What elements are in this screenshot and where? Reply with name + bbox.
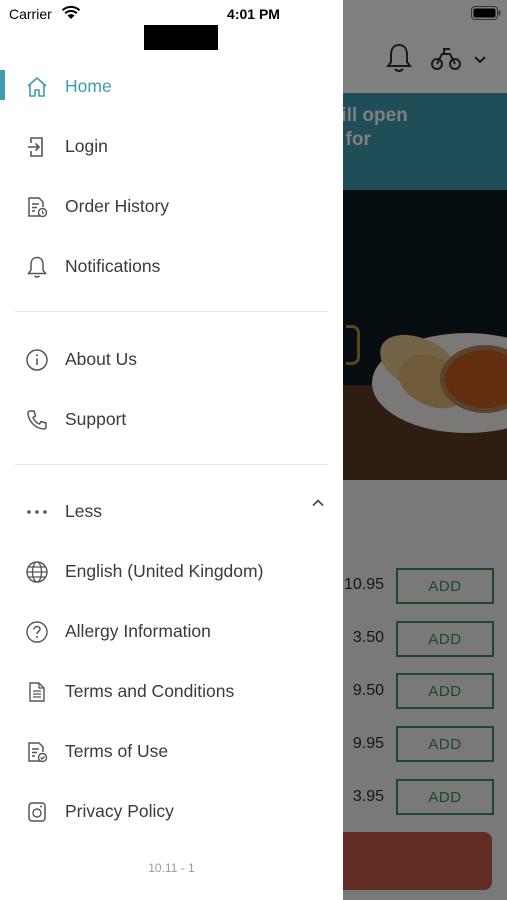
menu-item-label: Notifications [65, 255, 161, 276]
menu-item-language[interactable]: English (United Kingdom) [0, 547, 343, 595]
menu-item-allergy-information[interactable]: Allergy Information [0, 607, 343, 655]
menu-item-label: Allergy Information [65, 620, 211, 641]
menu-item-about-us[interactable]: About Us [0, 335, 343, 383]
menu-item-label: Home [65, 75, 112, 96]
menu-item-label: Support [65, 408, 127, 429]
menu-item-label: Privacy Policy [65, 800, 174, 821]
menu-item-label: About Us [65, 348, 137, 369]
menu-item-support[interactable]: Support [0, 395, 343, 443]
phone-icon [24, 407, 50, 433]
status-bar: Carrier 4:01 PM [0, 0, 507, 26]
document-icon [24, 679, 50, 705]
menu-item-label: Order History [65, 195, 170, 216]
info-icon [24, 347, 50, 373]
menu-item-home[interactable]: Home [0, 62, 343, 110]
menu-item-label: Less [65, 500, 102, 521]
home-icon [24, 74, 50, 100]
menu-item-label: Login [65, 135, 108, 156]
status-time: 4:01 PM [227, 6, 280, 22]
menu-item-label: Terms of Use [65, 740, 169, 761]
menu-item-less-toggle[interactable]: Less [0, 487, 343, 535]
bell-icon [24, 254, 50, 280]
menu-item-terms-of-use[interactable]: Terms of Use [0, 727, 343, 775]
navigation-drawer: Home Login Order History Notifications A… [0, 0, 343, 900]
menu-item-privacy-policy[interactable]: Privacy Policy [0, 787, 343, 835]
battery-icon [471, 6, 501, 20]
menu-item-label: Terms and Conditions [65, 680, 235, 701]
question-icon [24, 619, 50, 645]
app-version: 10.11 - 1 [148, 861, 195, 875]
menu-item-terms-and-conditions[interactable]: Terms and Conditions [0, 667, 343, 715]
order-history-icon [24, 194, 50, 220]
menu-item-notifications[interactable]: Notifications [0, 242, 343, 290]
privacy-icon [24, 799, 50, 825]
divider [15, 464, 328, 465]
globe-icon [24, 559, 50, 585]
menu-item-label: English (United Kingdom) [65, 560, 264, 581]
document-check-icon [24, 739, 50, 765]
more-dots-icon [24, 499, 50, 525]
menu-item-login[interactable]: Login [0, 122, 343, 170]
chevron-up-icon [312, 499, 324, 507]
login-icon [24, 134, 50, 160]
menu-item-order-history[interactable]: Order History [0, 182, 343, 230]
divider [15, 311, 328, 312]
logo-redacted [144, 25, 218, 50]
